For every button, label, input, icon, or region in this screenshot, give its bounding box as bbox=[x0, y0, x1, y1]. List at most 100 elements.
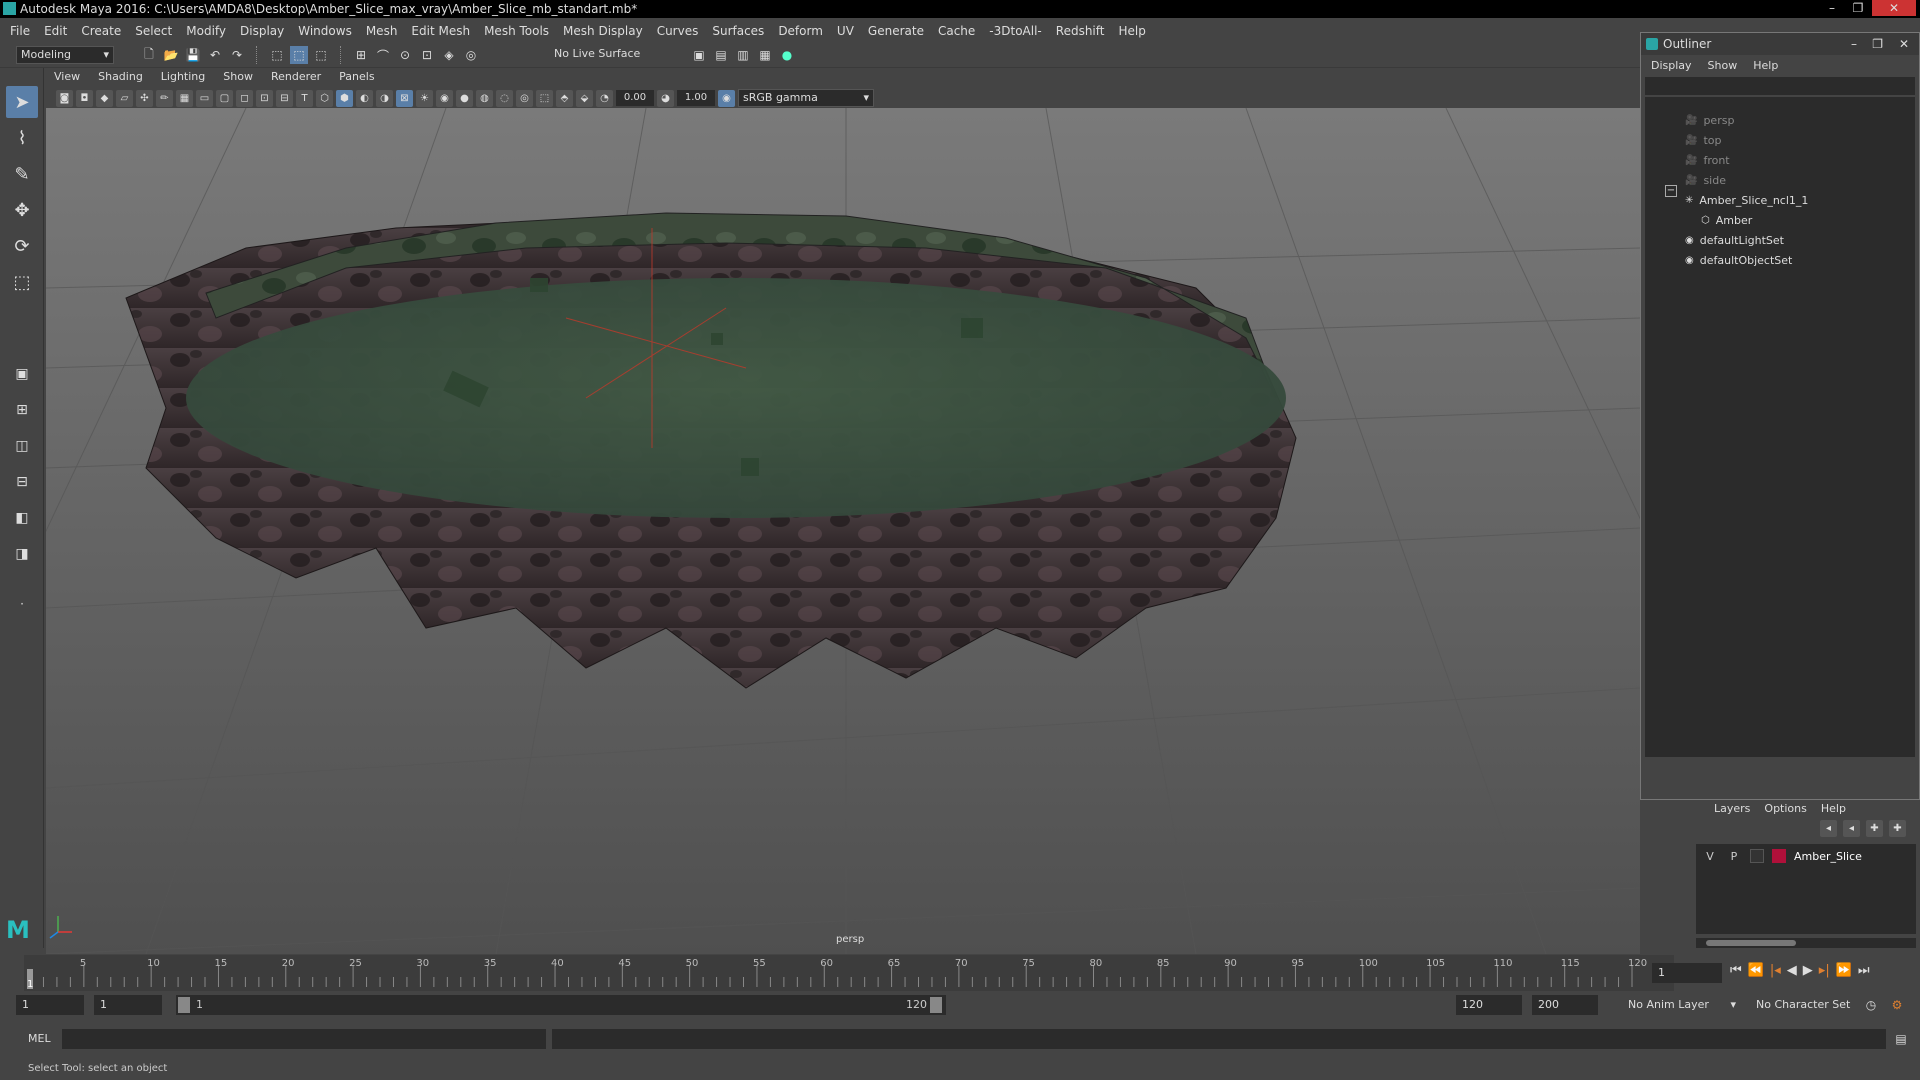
dof-icon[interactable]: ◎ bbox=[516, 89, 533, 107]
bookmark-icon[interactable]: ◆ bbox=[96, 89, 113, 107]
wire-on-shaded-icon[interactable]: ◐ bbox=[356, 89, 373, 107]
mel-label[interactable]: MEL bbox=[28, 1032, 51, 1045]
mode-dropdown[interactable]: Modeling ▾ bbox=[16, 46, 114, 64]
hypershade-icon[interactable]: ▦ bbox=[756, 46, 774, 64]
playback-end-field[interactable]: 120 bbox=[1456, 995, 1522, 1015]
select-hierarchy-icon[interactable]: ⬚ bbox=[268, 46, 286, 64]
layer-row[interactable]: V P Amber_Slice bbox=[1696, 846, 1916, 866]
single-pane-icon[interactable]: ▣ bbox=[6, 358, 38, 390]
menu-redshift[interactable]: Redshift bbox=[1056, 24, 1105, 38]
film-gate-icon[interactable]: ▭ bbox=[196, 89, 213, 107]
close-button[interactable]: ✕ bbox=[1872, 0, 1916, 16]
select-object-icon[interactable]: ⬚ bbox=[290, 46, 308, 64]
menu-edit[interactable]: Edit bbox=[44, 24, 67, 38]
rotate-tool-icon[interactable]: ⟳ bbox=[6, 230, 38, 262]
3d-viewport[interactable]: persp bbox=[46, 108, 1640, 954]
resolution-gate-icon[interactable]: ▢ bbox=[216, 89, 233, 107]
xray-icon[interactable]: ⊠ bbox=[396, 89, 413, 107]
viewport-menu-renderer[interactable]: Renderer bbox=[271, 70, 321, 86]
maximize-icon[interactable]: ❐ bbox=[1872, 33, 1883, 55]
exposure-field[interactable]: 0.00 bbox=[616, 90, 654, 106]
layers-menu-options[interactable]: Options bbox=[1764, 802, 1806, 815]
step-back-frame-icon[interactable]: |◂ bbox=[1770, 963, 1781, 978]
goto-start-icon[interactable]: ⏮ bbox=[1730, 963, 1742, 978]
outliner-item[interactable]: ◉ defaultLightSet bbox=[1685, 231, 1784, 251]
menu-mesh-display[interactable]: Mesh Display bbox=[563, 24, 643, 38]
collapse-icon[interactable]: · bbox=[6, 588, 38, 620]
wireframe-icon[interactable]: ⬡ bbox=[316, 89, 333, 107]
outliner-item[interactable]: ◉ defaultObjectSet bbox=[1685, 251, 1792, 271]
playback-start-field[interactable]: 1 bbox=[94, 995, 162, 1015]
script-editor-icon[interactable]: ▤ bbox=[1892, 1030, 1910, 1048]
step-back-key-icon[interactable]: ⏪ bbox=[1748, 963, 1764, 978]
shadows-icon[interactable]: ◉ bbox=[436, 89, 453, 107]
xray-active-icon[interactable]: ⬙ bbox=[576, 89, 593, 107]
exposure-icon[interactable]: ◔ bbox=[596, 89, 613, 107]
step-forward-key-icon[interactable]: ⏩ bbox=[1836, 963, 1852, 978]
menu-generate[interactable]: Generate bbox=[868, 24, 924, 38]
grid-toggle-icon[interactable]: ▦ bbox=[176, 89, 193, 107]
menu-surfaces[interactable]: Surfaces bbox=[712, 24, 764, 38]
layout-outliner-icon[interactable]: ⊟ bbox=[6, 466, 38, 498]
anti-alias-icon[interactable]: ◌ bbox=[496, 89, 513, 107]
viewport-menu-view[interactable]: View bbox=[54, 70, 80, 86]
paint-select-icon[interactable]: ✎ bbox=[6, 158, 38, 190]
viewport-menu-shading[interactable]: Shading bbox=[98, 70, 143, 86]
camera-attr-icon[interactable]: ◘ bbox=[76, 89, 93, 107]
four-pane-icon[interactable]: ⊞ bbox=[6, 394, 38, 426]
menu-cache[interactable]: Cache bbox=[938, 24, 975, 38]
minimize-icon[interactable]: – bbox=[1851, 33, 1857, 55]
move-layer-up-icon[interactable]: ◂ bbox=[1820, 820, 1837, 837]
undo-icon[interactable]: ↶ bbox=[206, 46, 224, 64]
menu-edit-mesh[interactable]: Edit Mesh bbox=[411, 24, 470, 38]
outliner-item[interactable]: ⬡ Amber bbox=[1701, 211, 1752, 231]
ambient-occlusion-icon[interactable]: ● bbox=[456, 89, 473, 107]
range-handle-start[interactable] bbox=[178, 997, 190, 1013]
outliner-list[interactable]: 🎥 persp 🎥 top 🎥 front 🎥 side ✳ Amber_Slice_ncl1_1… bbox=[1645, 97, 1915, 757]
snap-grid-icon[interactable]: ⊞ bbox=[352, 46, 370, 64]
textured-icon[interactable]: ◑ bbox=[376, 89, 393, 107]
play-forward-icon[interactable]: ▶ bbox=[1803, 963, 1813, 978]
xray-joints-icon[interactable]: ⬘ bbox=[556, 89, 573, 107]
select-tool-icon[interactable]: ➤ bbox=[6, 86, 38, 118]
layers-scrollbar[interactable] bbox=[1696, 938, 1916, 948]
outliner-search-field[interactable] bbox=[1645, 77, 1915, 95]
close-icon[interactable]: ✕ bbox=[1899, 33, 1909, 55]
new-layer-selected-icon[interactable]: ✚ bbox=[1889, 820, 1906, 837]
menu-help[interactable]: Help bbox=[1118, 24, 1145, 38]
color-space-dropdown[interactable]: sRGB gamma ▾ bbox=[738, 89, 874, 107]
anim-layer-dropdown[interactable]: No Anim Layer ▾ bbox=[1608, 995, 1738, 1015]
menu-mesh[interactable]: Mesh bbox=[366, 24, 398, 38]
snap-live-icon[interactable]: ◎ bbox=[462, 46, 480, 64]
outliner-item[interactable]: 🎥 front bbox=[1685, 151, 1730, 171]
live-surface-label[interactable]: No Live Surface bbox=[554, 47, 640, 60]
menu-3dtoall[interactable]: -3DtoAll- bbox=[989, 24, 1041, 38]
collapse-toggle-icon[interactable]: − bbox=[1665, 185, 1677, 197]
menu-windows[interactable]: Windows bbox=[298, 24, 352, 38]
menu-mesh-tools[interactable]: Mesh Tools bbox=[484, 24, 549, 38]
goto-end-icon[interactable]: ⏭ bbox=[1858, 963, 1870, 978]
lasso-tool-icon[interactable]: ⌇ bbox=[6, 122, 38, 154]
layout-graph-icon[interactable]: ◧ bbox=[6, 502, 38, 534]
auto-key-icon[interactable]: ◷ bbox=[1862, 996, 1880, 1014]
gate-mask-icon[interactable]: ◻ bbox=[236, 89, 253, 107]
play-back-icon[interactable]: ◀ bbox=[1787, 963, 1797, 978]
viewport-menu-lighting[interactable]: Lighting bbox=[161, 70, 205, 86]
menu-deform[interactable]: Deform bbox=[778, 24, 823, 38]
outliner-item[interactable]: 🎥 side bbox=[1685, 171, 1726, 191]
menu-create[interactable]: Create bbox=[81, 24, 121, 38]
viewport-menu-panels[interactable]: Panels bbox=[339, 70, 374, 86]
layers-menu-help[interactable]: Help bbox=[1821, 802, 1846, 815]
outliner-item[interactable]: ✳ Amber_Slice_ncl1_1 bbox=[1685, 191, 1808, 211]
snap-curve-icon[interactable]: ⌒ bbox=[374, 46, 392, 64]
motion-blur-icon[interactable]: ◍ bbox=[476, 89, 493, 107]
layout-hypershade-icon[interactable]: ◨ bbox=[6, 538, 38, 570]
scene-end-field[interactable]: 200 bbox=[1532, 995, 1598, 1015]
menu-modify[interactable]: Modify bbox=[186, 24, 226, 38]
safe-title-icon[interactable]: T bbox=[296, 89, 313, 107]
save-scene-icon[interactable]: 💾 bbox=[184, 46, 202, 64]
snap-view-icon[interactable]: ⊡ bbox=[418, 46, 436, 64]
layer-name[interactable]: Amber_Slice bbox=[1794, 850, 1862, 863]
outliner-item[interactable]: 🎥 top bbox=[1685, 131, 1721, 151]
viewport-menu-show[interactable]: Show bbox=[223, 70, 253, 86]
